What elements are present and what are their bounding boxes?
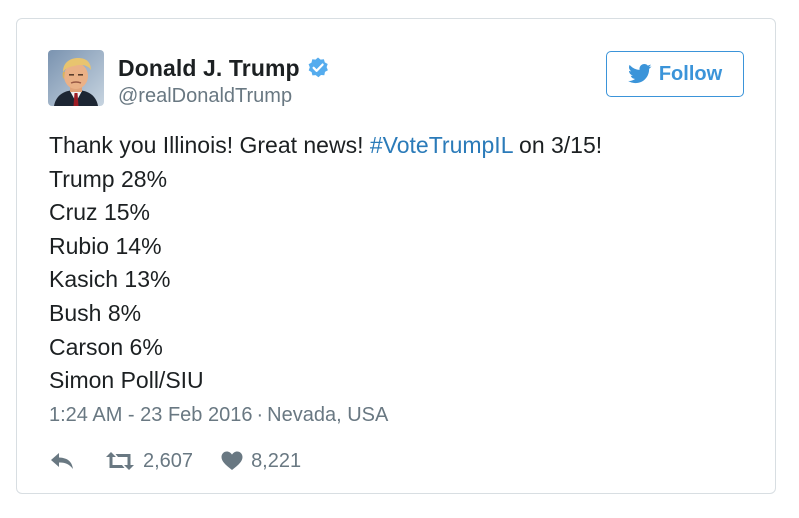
tweet-line: Carson 6% xyxy=(49,333,163,360)
hashtag-link[interactable]: #VoteTrumpIL xyxy=(370,132,513,158)
name-row: Donald J. Trump xyxy=(118,53,330,83)
twitter-bird-icon xyxy=(627,64,652,84)
heart-icon xyxy=(221,451,243,470)
meta-separator: · xyxy=(256,404,264,426)
retweet-count: 2,607 xyxy=(143,449,194,472)
tweet-intro-suffix: on 3/15! xyxy=(519,132,603,158)
tweet-meta: 1:24 AM - 23 Feb 2016 · Nevada, USA xyxy=(49,404,388,427)
tweet-line-intro: Thank you Illinois! Great news! #VoteTru… xyxy=(49,129,749,163)
tweet-text: Thank you Illinois! Great news! #VoteTru… xyxy=(49,129,749,398)
tweet-location: Nevada, USA xyxy=(267,404,389,426)
tweet-line: Rubio 14% xyxy=(49,232,162,259)
tweet-line: Bush 8% xyxy=(49,299,142,326)
tweet-actions: 2,607 8,221 xyxy=(49,447,301,475)
follow-button[interactable]: Follow xyxy=(606,51,744,97)
retweet-icon xyxy=(106,452,134,470)
avatar-image xyxy=(48,50,104,106)
reply-icon xyxy=(51,453,73,469)
like-button[interactable]: 8,221 xyxy=(221,450,301,473)
tweet-line: Kasich 13% xyxy=(49,266,171,293)
verified-badge-icon xyxy=(306,56,330,80)
reply-button[interactable] xyxy=(49,451,75,471)
display-name[interactable]: Donald J. Trump xyxy=(118,55,300,82)
user-handle[interactable]: @realDonaldTrump xyxy=(118,85,292,108)
tweet-timestamp[interactable]: 1:24 AM - 23 Feb 2016 xyxy=(49,404,252,426)
tweet-line: Trump 28% xyxy=(49,165,168,192)
retweet-button[interactable]: 2,607 xyxy=(105,450,193,473)
avatar[interactable] xyxy=(48,50,104,106)
tweet-line: Simon Poll/SIU xyxy=(49,367,204,394)
tweet-intro-text: Thank you Illinois! Great news! xyxy=(49,132,364,158)
tweet-line: Cruz 15% xyxy=(49,199,150,226)
follow-label: Follow xyxy=(658,62,723,85)
tweet-card: Donald J. Trump @realDonaldTrump Follow … xyxy=(16,18,776,494)
like-count: 8,221 xyxy=(251,449,302,472)
